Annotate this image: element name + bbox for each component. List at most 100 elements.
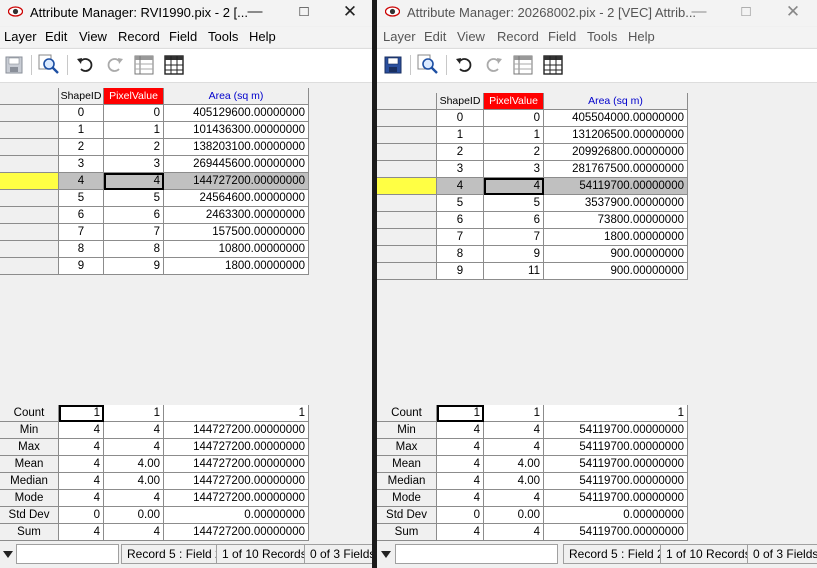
area-cell[interactable]: 3537900.00000000	[544, 195, 688, 212]
shapeid-cell[interactable]: 7	[59, 224, 104, 241]
menu-record[interactable]: Record	[118, 29, 160, 44]
dropdown-arrow-icon[interactable]	[3, 548, 13, 562]
row-header[interactable]	[377, 110, 437, 127]
menu-field[interactable]: Field	[169, 29, 197, 44]
pixelvalue-cell[interactable]: 7	[484, 229, 544, 246]
row-header[interactable]	[0, 258, 59, 275]
row-header[interactable]	[377, 229, 437, 246]
pixelvalue-cell[interactable]: 7	[104, 224, 164, 241]
pixelvalue-cell[interactable]: 3	[104, 156, 164, 173]
area-cell[interactable]: 1800.00000000	[164, 258, 309, 275]
area-cell[interactable]: 157500.00000000	[164, 224, 309, 241]
table-view-icon[interactable]	[512, 53, 534, 77]
area-cell[interactable]: 2463300.00000000	[164, 207, 309, 224]
minimize-button[interactable]: —	[684, 2, 714, 22]
undo-icon[interactable]	[453, 53, 475, 77]
pixelvalue-cell[interactable]: 4	[484, 178, 544, 195]
shapeid-cell[interactable]: 8	[437, 246, 484, 263]
save-icon[interactable]	[3, 53, 25, 77]
minimize-button[interactable]: —	[240, 2, 270, 22]
menu-view[interactable]: View	[79, 29, 107, 44]
shapeid-cell[interactable]: 6	[59, 207, 104, 224]
pixelvalue-cell[interactable]: 0	[104, 105, 164, 122]
area-cell[interactable]: 900.00000000	[544, 263, 688, 280]
row-header[interactable]	[0, 156, 59, 173]
menu-help[interactable]: Help	[249, 29, 276, 44]
status-input[interactable]	[395, 544, 558, 564]
menu-field[interactable]: Field	[548, 29, 576, 44]
row-header[interactable]	[0, 139, 59, 156]
pixelvalue-cell[interactable]: 3	[484, 161, 544, 178]
pixelvalue-cell[interactable]: 2	[104, 139, 164, 156]
maximize-button[interactable]: □	[289, 2, 319, 22]
shapeid-cell[interactable]: 1	[59, 122, 104, 139]
column-header-shapeid[interactable]: ShapeID	[59, 88, 104, 105]
menu-view[interactable]: View	[457, 29, 485, 44]
menu-record[interactable]: Record	[497, 29, 539, 44]
shapeid-cell[interactable]: 2	[59, 139, 104, 156]
menu-tools[interactable]: Tools	[208, 29, 238, 44]
status-input[interactable]	[16, 544, 119, 564]
area-cell[interactable]: 144727200.00000000	[164, 173, 309, 190]
area-cell[interactable]: 131206500.00000000	[544, 127, 688, 144]
redo-icon[interactable]	[104, 53, 126, 77]
shapeid-cell[interactable]: 3	[437, 161, 484, 178]
menu-help[interactable]: Help	[628, 29, 655, 44]
row-header[interactable]	[377, 144, 437, 161]
close-button[interactable]: ✕	[335, 2, 365, 22]
column-header-pixelvalue[interactable]: PixelValue	[104, 88, 164, 105]
row-header[interactable]	[377, 246, 437, 263]
row-header[interactable]	[0, 241, 59, 258]
row-header[interactable]	[0, 207, 59, 224]
row-header[interactable]	[377, 263, 437, 280]
area-cell[interactable]: 405129600.00000000	[164, 105, 309, 122]
shapeid-cell[interactable]: 2	[437, 144, 484, 161]
row-header[interactable]	[377, 178, 437, 195]
maximize-button[interactable]: □	[731, 2, 761, 22]
pixelvalue-cell[interactable]: 6	[104, 207, 164, 224]
redo-icon[interactable]	[483, 53, 505, 77]
menu-layer[interactable]: Layer	[4, 29, 37, 44]
pixelvalue-cell[interactable]: 1	[484, 127, 544, 144]
area-cell[interactable]: 138203100.00000000	[164, 139, 309, 156]
row-header[interactable]	[377, 212, 437, 229]
shapeid-cell[interactable]: 0	[437, 110, 484, 127]
area-cell[interactable]: 281767500.00000000	[544, 161, 688, 178]
shapeid-cell[interactable]: 4	[437, 178, 484, 195]
pixelvalue-cell[interactable]: 6	[484, 212, 544, 229]
column-header-pixelvalue[interactable]: PixelValue	[484, 93, 544, 110]
pixelvalue-cell[interactable]: 5	[104, 190, 164, 207]
area-cell[interactable]: 1800.00000000	[544, 229, 688, 246]
pixelvalue-cell[interactable]: 9	[484, 246, 544, 263]
row-header[interactable]	[377, 195, 437, 212]
row-header[interactable]	[377, 161, 437, 178]
shapeid-cell[interactable]: 3	[59, 156, 104, 173]
pixelvalue-cell[interactable]: 11	[484, 263, 544, 280]
column-header-area[interactable]: Area (sq m)	[164, 88, 309, 105]
table-view-icon[interactable]	[133, 53, 155, 77]
pixelvalue-cell[interactable]: 0	[484, 110, 544, 127]
menu-tools[interactable]: Tools	[587, 29, 617, 44]
pixelvalue-cell[interactable]: 4	[104, 173, 164, 190]
column-header-area[interactable]: Area (sq m)	[544, 93, 688, 110]
row-header[interactable]	[0, 173, 59, 190]
search-icon[interactable]	[417, 53, 439, 77]
shapeid-cell[interactable]: 1	[437, 127, 484, 144]
area-cell[interactable]: 405504000.00000000	[544, 110, 688, 127]
save-icon[interactable]	[382, 53, 404, 77]
shapeid-cell[interactable]: 9	[59, 258, 104, 275]
column-header-shapeid[interactable]: ShapeID	[437, 93, 484, 110]
menu-edit[interactable]: Edit	[424, 29, 446, 44]
pixelvalue-cell[interactable]: 1	[104, 122, 164, 139]
shapeid-cell[interactable]: 8	[59, 241, 104, 258]
pixelvalue-cell[interactable]: 9	[104, 258, 164, 275]
row-header[interactable]	[0, 122, 59, 139]
search-icon[interactable]	[38, 53, 60, 77]
undo-icon[interactable]	[74, 53, 96, 77]
shapeid-cell[interactable]: 5	[59, 190, 104, 207]
row-header[interactable]	[0, 224, 59, 241]
area-cell[interactable]: 269445600.00000000	[164, 156, 309, 173]
row-header[interactable]	[0, 105, 59, 122]
area-cell[interactable]: 54119700.00000000	[544, 178, 688, 195]
table-grid-icon[interactable]	[163, 53, 185, 77]
